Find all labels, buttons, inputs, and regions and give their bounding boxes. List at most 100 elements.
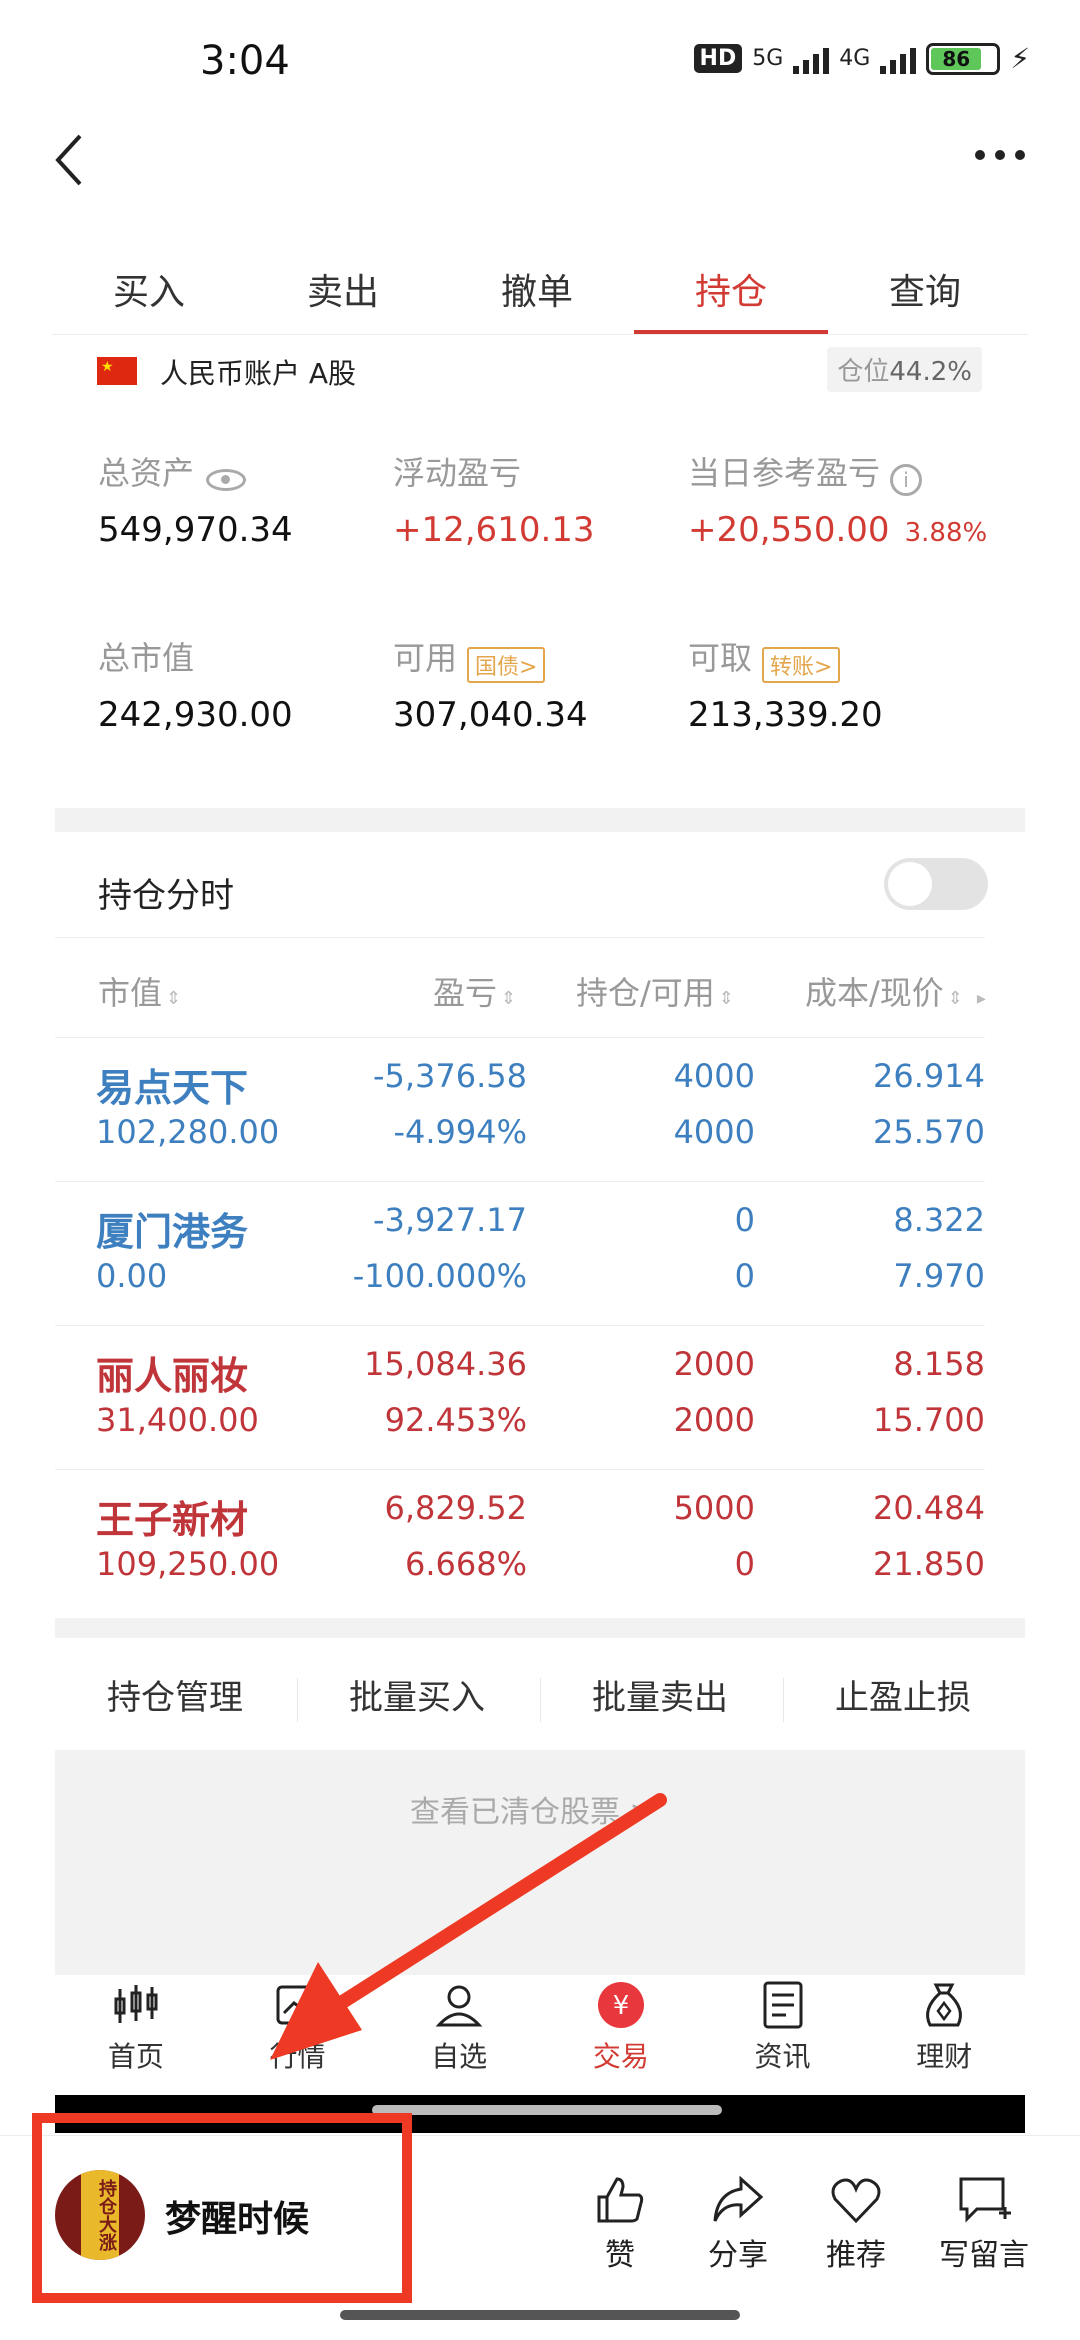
daily-pnl-value: +20,550.00 bbox=[688, 510, 890, 550]
user-star-icon bbox=[435, 1985, 483, 2027]
write-comment-button[interactable]: 写留言 bbox=[919, 2170, 1049, 2274]
section-divider bbox=[55, 808, 1025, 832]
back-arrow-icon[interactable] bbox=[50, 130, 90, 190]
position-value: 44.2% bbox=[889, 357, 972, 387]
batch-buy-button[interactable]: 批量买入 bbox=[297, 1670, 537, 1719]
thumbs-up-icon bbox=[597, 2177, 644, 2223]
floating-pnl-label: 浮动盈亏 bbox=[393, 454, 522, 492]
cleared-stocks-link[interactable]: 查看已清仓股票 > bbox=[410, 1787, 655, 1831]
tab-cancel[interactable]: 撤单 bbox=[440, 255, 634, 335]
section-divider bbox=[55, 1618, 1025, 1638]
sort-icon: ⇕ bbox=[166, 988, 182, 1009]
recommend-button[interactable]: 推荐 bbox=[801, 2170, 911, 2274]
stock-avail: 4000 bbox=[673, 1113, 755, 1151]
like-label: 赞 bbox=[605, 2238, 635, 2273]
batch-sell-button[interactable]: 批量卖出 bbox=[540, 1670, 780, 1719]
more-options-icon[interactable] bbox=[975, 150, 1025, 160]
stock-price: 21.850 bbox=[873, 1545, 985, 1583]
header-pnl[interactable]: 盈亏 ⇕ bbox=[433, 968, 516, 1014]
total-assets-value: 549,970.34 bbox=[98, 510, 293, 550]
header-hold-avail[interactable]: 持仓/可用 ⇕ bbox=[576, 968, 734, 1014]
tab-divider bbox=[52, 334, 1028, 335]
market-value-value: 242,930.00 bbox=[98, 695, 293, 735]
stock-pnl: -5,376.58 bbox=[372, 1057, 527, 1095]
withdrawable-label: 可取 bbox=[688, 639, 753, 677]
nav-finance-label: 理财 bbox=[916, 2040, 973, 2073]
nav-watchlist-label: 自选 bbox=[431, 2040, 488, 2073]
eye-icon[interactable] bbox=[206, 468, 247, 491]
stock-cost: 8.158 bbox=[893, 1345, 985, 1383]
money-bag-icon bbox=[926, 1983, 963, 2027]
sort-icon: ⇕ bbox=[501, 988, 517, 1009]
stock-hold: 2000 bbox=[673, 1345, 755, 1383]
transfer-tag[interactable]: 转账> bbox=[762, 646, 841, 683]
stock-pnl: -3,927.17 bbox=[372, 1201, 527, 1239]
position-management-button[interactable]: 持仓管理 bbox=[55, 1670, 295, 1719]
bond-tag[interactable]: 国债> bbox=[467, 646, 546, 683]
stock-pnl-pct: 92.453% bbox=[384, 1401, 527, 1439]
tab-buy[interactable]: 买入 bbox=[52, 255, 246, 335]
nav-news[interactable]: 资讯 bbox=[702, 1975, 864, 2095]
divider bbox=[55, 1181, 985, 1182]
stock-name[interactable]: 王子新材 bbox=[96, 1489, 248, 1544]
tab-positions[interactable]: 持仓 bbox=[634, 255, 828, 335]
nav-market[interactable]: 行情 bbox=[217, 1975, 379, 2095]
nav-watchlist[interactable]: 自选 bbox=[378, 1975, 540, 2095]
position-label: 仓位 bbox=[837, 357, 890, 387]
nav-finance[interactable]: 理财 bbox=[863, 1975, 1025, 2095]
network-5g-label: 5G bbox=[752, 46, 784, 71]
stock-market-value: 31,400.00 bbox=[96, 1401, 259, 1439]
status-time: 3:04 bbox=[200, 38, 290, 84]
sort-icon: ⇕ bbox=[718, 988, 734, 1009]
stock-pnl: 15,084.36 bbox=[364, 1345, 527, 1383]
share-button[interactable]: 分享 bbox=[683, 2170, 793, 2274]
stock-price: 7.970 bbox=[893, 1257, 985, 1295]
inner-home-indicator bbox=[372, 2105, 722, 2115]
nav-home[interactable]: 首页 bbox=[55, 1975, 217, 2095]
share-label: 分享 bbox=[708, 2238, 768, 2273]
available-label: 可用 bbox=[393, 639, 458, 677]
info-icon[interactable]: i bbox=[890, 463, 923, 496]
share-icon bbox=[713, 2175, 764, 2222]
stock-avail: 0 bbox=[734, 1257, 755, 1295]
withdrawable-value: 213,339.20 bbox=[688, 695, 883, 735]
withdrawable-block: 可取 转账> bbox=[688, 633, 841, 683]
position-badge: 仓位44.2% bbox=[827, 347, 982, 392]
heart-icon bbox=[831, 2178, 881, 2224]
charging-icon: ⚡ bbox=[1010, 42, 1030, 75]
nav-news-label: 资讯 bbox=[754, 2040, 811, 2073]
header-cost-price[interactable]: 成本/现价 ⇕ ▸ bbox=[805, 968, 986, 1014]
signal-icon-2 bbox=[880, 44, 917, 74]
total-assets-block: 总资产 bbox=[98, 448, 247, 494]
network-4g-label: 4G bbox=[839, 46, 871, 71]
annotation-box bbox=[32, 2113, 412, 2303]
stop-loss-button[interactable]: 止盈止损 bbox=[783, 1670, 1023, 1719]
header-market-value[interactable]: 市值 ⇕ bbox=[98, 968, 181, 1014]
divider bbox=[55, 1037, 985, 1038]
intraday-toggle[interactable] bbox=[884, 858, 988, 910]
total-assets-label: 总资产 bbox=[98, 454, 195, 492]
account-label[interactable]: 人民币账户 A股 bbox=[160, 352, 356, 392]
daily-pnl-pct: 3.88% bbox=[904, 518, 988, 548]
china-flag-icon bbox=[97, 357, 137, 385]
nav-home-label: 首页 bbox=[107, 2040, 164, 2073]
stock-name[interactable]: 厦门港务 bbox=[96, 1201, 248, 1256]
candlestick-icon bbox=[114, 1985, 158, 2023]
daily-pnl-row: +20,550.00 3.88% bbox=[688, 510, 987, 550]
chevron-right-icon: ▸ bbox=[976, 988, 986, 1009]
nav-trade[interactable]: ¥ 交易 bbox=[540, 1975, 702, 2095]
header-hold-avail-label: 持仓/可用 bbox=[576, 974, 715, 1012]
tab-sell[interactable]: 卖出 bbox=[246, 255, 440, 335]
floating-pnl-value: +12,610.13 bbox=[393, 510, 595, 550]
stock-name[interactable]: 丽人丽妆 bbox=[96, 1345, 248, 1400]
like-button[interactable]: 赞 bbox=[565, 2170, 675, 2274]
stock-name[interactable]: 易点天下 bbox=[96, 1057, 248, 1112]
home-indicator[interactable] bbox=[340, 2310, 740, 2320]
tab-query[interactable]: 查询 bbox=[828, 255, 1022, 335]
daily-pnl-label: 当日参考盈亏 bbox=[688, 454, 881, 492]
stock-pnl-pct: -100.000% bbox=[352, 1257, 527, 1295]
stock-pnl: 6,829.52 bbox=[384, 1489, 528, 1527]
stock-hold: 0 bbox=[734, 1201, 755, 1239]
stock-market-value: 102,280.00 bbox=[96, 1113, 280, 1151]
write-comment-label: 写留言 bbox=[939, 2238, 1029, 2273]
